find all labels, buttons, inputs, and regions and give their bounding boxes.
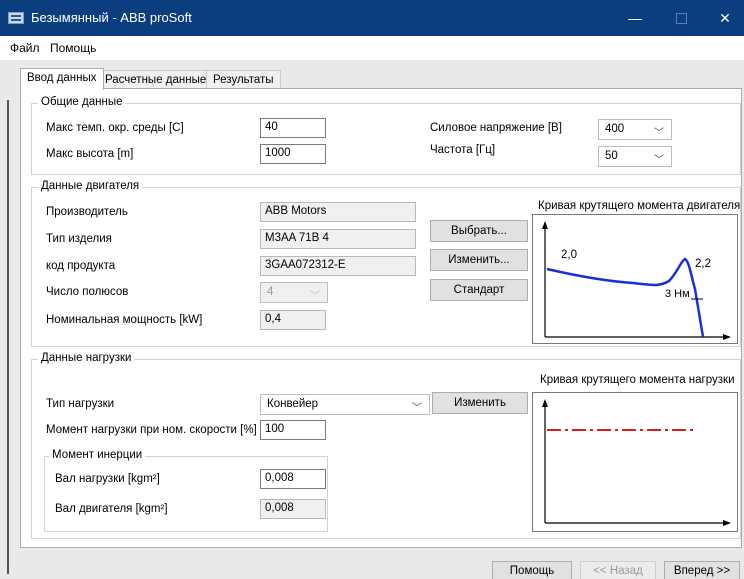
motor-torque-svg: 2,0 2,2 3 Нм <box>542 221 731 340</box>
max-temp-label: Макс темп. окр. среды [C] <box>46 122 184 134</box>
select-motor-button[interactable]: Выбрать... <box>430 220 528 242</box>
poles-label: Число полюсов <box>46 286 129 298</box>
load-type-label: Тип нагрузки <box>46 398 115 410</box>
poles-select: 4 ﹀ <box>260 282 328 303</box>
load-type-select[interactable]: Конвейер ﹀ <box>260 394 430 415</box>
product-type-label: Тип изделия <box>46 233 112 245</box>
load-data-group: Данные нагрузки Тип нагрузки Конвейер ﹀ … <box>31 352 741 539</box>
rated-power-label: Номинальная мощность [kW] <box>46 314 203 326</box>
motor-curve-title: Кривая крутящего момента двигателя <box>538 200 741 212</box>
product-code-field: 3GAA072312-E <box>260 256 416 276</box>
load-shaft-label: Вал нагрузки [kgm²] <box>55 473 160 485</box>
inertia-title: Момент инерции <box>49 449 146 461</box>
left-divider <box>7 100 9 574</box>
motor-shaft-label: Вал двигателя [kgm²] <box>55 503 168 515</box>
frequency-label: Частота [Гц] <box>430 144 496 156</box>
load-torque-label: Момент нагрузки при ном. скорости [%] <box>46 424 257 436</box>
max-temp-input[interactable]: 40 <box>260 118 326 138</box>
poles-value: 4 <box>267 286 274 298</box>
x-axis-arrow <box>723 334 731 340</box>
edit-load-button[interactable]: Изменить <box>432 392 528 414</box>
motor-data-group: Данные двигателя Производитель ABB Motor… <box>31 180 741 347</box>
load-torque-label: 3 Нм <box>665 288 690 300</box>
load-type-value: Конвейер <box>267 398 319 410</box>
app-icon <box>8 12 24 24</box>
maximize-icon <box>675 12 687 24</box>
back-button: << Назад <box>580 561 656 579</box>
tab-input-data[interactable]: Ввод данных <box>20 68 104 90</box>
start-torque-label: 2,0 <box>561 249 577 261</box>
title-bar: Безымянный - ABB proSoft — ✕ <box>0 0 744 36</box>
motor-shaft-field: 0,008 <box>260 499 326 519</box>
chevron-down-icon: ﹀ <box>654 155 664 166</box>
voltage-value: 400 <box>605 123 625 135</box>
load-data-title: Данные нагрузки <box>38 352 135 364</box>
inertia-group: Момент инерции Вал нагрузки [kgm²] 0,008… <box>44 449 328 532</box>
chevron-down-icon: ﹀ <box>310 291 320 302</box>
motor-data-title: Данные двигателя <box>38 180 143 192</box>
frequency-value: 50 <box>605 150 618 162</box>
help-button[interactable]: Помощь <box>492 561 572 579</box>
general-data-group: Общие данные Макс темп. окр. среды [C] 4… <box>31 96 741 175</box>
menu-bar: Файл Помощь <box>0 36 744 60</box>
y-axis-arrow <box>542 221 548 229</box>
tab-results[interactable]: Результаты <box>206 70 281 89</box>
menu-help[interactable]: Помощь <box>50 41 96 55</box>
max-altitude-label: Макс высота [m] <box>46 148 134 160</box>
frequency-select[interactable]: 50 ﹀ <box>598 146 672 167</box>
load-torque-input[interactable]: 100 <box>260 420 326 440</box>
standard-button[interactable]: Стандарт <box>430 279 528 301</box>
max-altitude-input[interactable]: 1000 <box>260 144 326 164</box>
next-button[interactable]: Вперед >> <box>664 561 740 579</box>
product-code-label: код продукта <box>46 260 116 272</box>
menu-file[interactable]: Файл <box>10 41 40 55</box>
maximize-button <box>658 0 704 36</box>
load-curve-title: Кривая крутящего момента нагрузки <box>540 374 735 386</box>
chevron-down-icon: ﹀ <box>412 403 422 414</box>
manufacturer-label: Производитель <box>46 206 128 218</box>
chevron-down-icon: ﹀ <box>654 128 664 139</box>
minimize-button[interactable]: — <box>612 0 658 36</box>
rated-power-field: 0,4 <box>260 310 326 330</box>
product-type-field: M3AA 71B 4 <box>260 229 416 249</box>
load-torque-chart <box>532 392 738 532</box>
manufacturer-field: ABB Motors <box>260 202 416 222</box>
motor-torque-chart: 2,0 2,2 3 Нм <box>532 214 738 344</box>
x-axis-arrow <box>723 520 731 526</box>
load-torque-svg <box>542 399 731 526</box>
close-button[interactable]: ✕ <box>702 0 744 36</box>
close-icon: ✕ <box>719 9 731 26</box>
peak-torque-label: 2,2 <box>695 258 711 270</box>
tab-panel: Общие данные Макс темп. окр. среды [C] 4… <box>20 88 742 548</box>
load-shaft-input[interactable]: 0,008 <box>260 469 326 489</box>
general-data-title: Общие данные <box>38 96 126 108</box>
minimize-icon: — <box>628 10 642 26</box>
y-axis-arrow <box>542 399 548 407</box>
voltage-label: Силовое напряжение [B] <box>430 122 562 134</box>
tab-calculated-data[interactable]: Расчетные данные <box>98 70 214 89</box>
edit-motor-button[interactable]: Изменить... <box>430 249 528 271</box>
window-title: Безымянный - ABB proSoft <box>31 10 192 25</box>
voltage-select[interactable]: 400 ﹀ <box>598 119 672 140</box>
